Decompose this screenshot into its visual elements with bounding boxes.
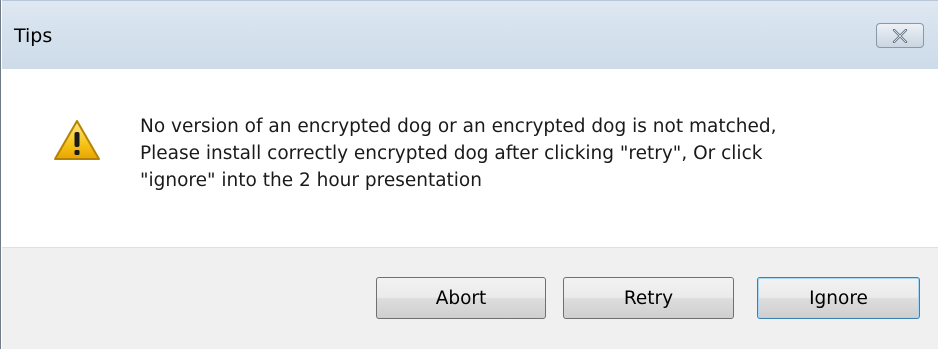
abort-button[interactable]: Abort bbox=[376, 277, 546, 319]
dialog-window: Tips No version of an encrypted dog or a… bbox=[0, 0, 938, 349]
dialog-message: No version of an encrypted dog or an enc… bbox=[140, 113, 910, 194]
message-line: No version of an encrypted dog or an enc… bbox=[140, 116, 777, 137]
warning-icon bbox=[54, 120, 100, 160]
button-bar: Abort Retry Ignore bbox=[2, 247, 938, 349]
close-icon bbox=[892, 29, 908, 43]
dialog-content: No version of an encrypted dog or an enc… bbox=[2, 69, 938, 247]
message-line: Please install correctly encrypted dog a… bbox=[140, 143, 763, 164]
title-bar[interactable]: Tips bbox=[2, 0, 938, 69]
window-title: Tips bbox=[14, 25, 53, 47]
ignore-button[interactable]: Ignore bbox=[757, 277, 920, 319]
retry-button[interactable]: Retry bbox=[563, 277, 734, 319]
message-line: "ignore" into the 2 hour presentation bbox=[140, 170, 482, 191]
close-button[interactable] bbox=[876, 23, 924, 48]
